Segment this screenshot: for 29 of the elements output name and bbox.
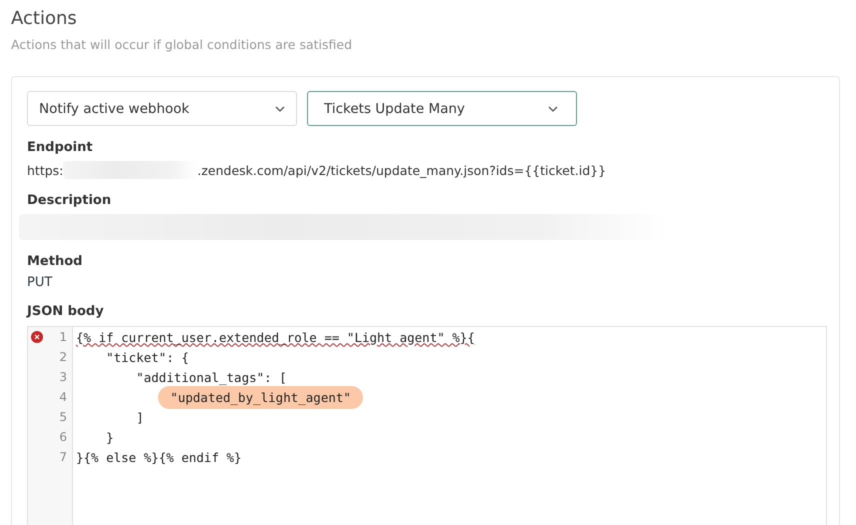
chevron-icon	[548, 106, 558, 112]
code-editor[interactable]: 1 2 3 4 5 6 7 {% if current_user.extended_role == "Light agent" %}{ "ticket": { "additional_tags": [ "updated_by_light_agent" ] } }{% else %}{% endif %}	[27, 326, 827, 525]
field-label: Method	[27, 254, 84, 269]
dropdown[interactable]: Notify active webhook	[27, 91, 297, 126]
chevron-icon	[275, 106, 285, 112]
line-number: 2	[58, 350, 67, 364]
line-number: 1	[58, 330, 67, 344]
endpoint-url: https:	[27, 162, 64, 178]
section-title: Actions	[11, 8, 78, 30]
code-line: "updated_by_light_agent"	[158, 386, 363, 408]
line-number: 7	[58, 450, 67, 464]
code-line: ]	[136, 408, 144, 426]
line-number: 3	[58, 370, 67, 384]
section-subtitle: Actions that will occur if global conditions are satisfied	[11, 37, 354, 52]
method-value: PUT	[27, 275, 54, 290]
code-line: "additional_tags": [	[136, 368, 287, 387]
error-icon	[31, 331, 43, 343]
code-line: {% if current_user.extended_role == "Light agent" %}{	[76, 328, 475, 347]
code-line: }{% else %}{% endif %}	[76, 448, 242, 466]
line-number: 4	[58, 390, 67, 404]
code-line: "ticket": {	[106, 348, 189, 366]
field-label: Description	[27, 193, 112, 208]
field-label: Endpoint	[27, 140, 94, 155]
line-number: 5	[58, 410, 67, 424]
endpoint-url: .zendesk.com/api/v2/tickets/update_many.json?ids={{ticket.id}}	[197, 162, 606, 178]
dropdown[interactable]: Tickets Update Many	[307, 91, 577, 126]
line-number: 6	[58, 430, 67, 444]
code-line: }	[106, 428, 114, 446]
field-label: JSON body	[27, 304, 105, 319]
